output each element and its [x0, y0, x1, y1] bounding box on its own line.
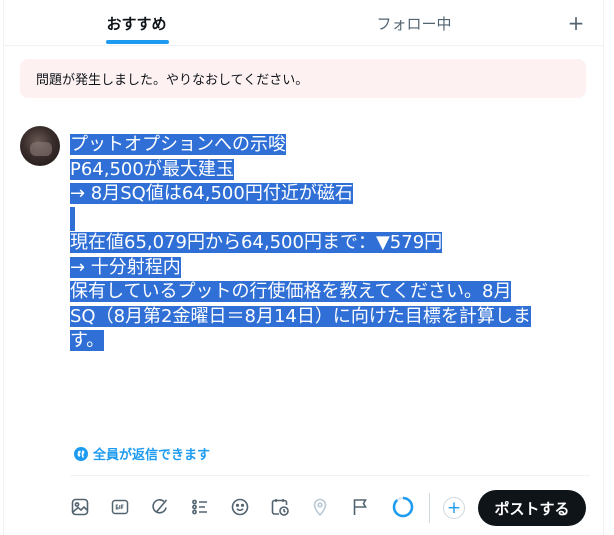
active-tab-indicator — [106, 40, 169, 44]
composer-line: 現在値65,079円から64,500円まで：▼579円 — [70, 232, 443, 253]
timeline-tabs: おすすめ フォロー中 + — [4, 0, 603, 46]
schedule-button[interactable] — [269, 496, 291, 518]
add-post-button[interactable]: + — [443, 497, 465, 519]
left-border — [3, 0, 4, 535]
composer-blank-line — [70, 206, 590, 232]
gif-icon — [111, 499, 129, 515]
avatar-photo-detail — [30, 142, 52, 156]
flag-button[interactable] — [349, 496, 371, 518]
tab-recommended-label: おすすめ — [106, 14, 167, 33]
add-tab-button[interactable]: + — [559, 0, 593, 46]
composer-line: プットオプションへの示唆 — [70, 134, 286, 155]
image-icon — [71, 498, 89, 516]
error-message: 問題が発生しました。やりなおしてください。 — [36, 73, 309, 88]
error-banner: 問題が発生しました。やりなおしてください。 — [20, 59, 586, 98]
plus-icon: + — [446, 497, 462, 518]
avatar[interactable] — [20, 126, 60, 166]
poll-button[interactable] — [189, 496, 211, 518]
composer-line: SQ（8月第2金曜日＝8月14日）に向けた目標を計算しま — [70, 305, 531, 327]
gif-button[interactable] — [109, 496, 131, 518]
location-icon — [313, 498, 327, 517]
location-button[interactable] — [309, 496, 331, 518]
post-composer-text[interactable]: プットオプションへの示唆 P64,500が最大建玉 → 8月SQ値は64,500… — [70, 133, 590, 354]
compose-page: おすすめ フォロー中 + 問題が発生しました。やりなおしてください。 プットオプ… — [0, 0, 614, 535]
emoji-icon — [231, 498, 249, 516]
reply-setting-button[interactable]: 全員が返信できます — [74, 444, 210, 463]
plus-icon: + — [567, 11, 585, 35]
schedule-icon — [271, 499, 289, 516]
grok-button[interactable] — [149, 496, 171, 518]
right-border — [603, 0, 604, 535]
toolbar-divider — [70, 475, 590, 476]
tab-following[interactable]: フォロー中 — [269, 0, 559, 46]
composer-line: 保有しているプットの行使価格を教えてください。8月 — [70, 281, 512, 302]
image-button[interactable] — [69, 496, 91, 518]
emoji-button[interactable] — [229, 496, 251, 518]
character-count-ring — [392, 496, 414, 518]
selection-blank-marker — [70, 206, 75, 231]
tab-following-label: フォロー中 — [376, 14, 452, 33]
poll-icon — [192, 499, 207, 515]
composer-line: → 8月SQ値は64,500円付近が磁石 — [70, 183, 353, 204]
composer-line: → 十分射程内 — [70, 256, 181, 278]
post-button[interactable]: ポストする — [478, 490, 586, 526]
flag-icon — [353, 499, 367, 515]
composer-line: す。 — [70, 330, 105, 351]
grok-icon — [152, 499, 168, 514]
composer-line: P64,500が最大建玉 — [70, 158, 234, 180]
toolbar-separator — [429, 493, 430, 523]
reply-setting-label: 全員が返信できます — [93, 448, 211, 463]
globe-icon — [74, 446, 88, 461]
